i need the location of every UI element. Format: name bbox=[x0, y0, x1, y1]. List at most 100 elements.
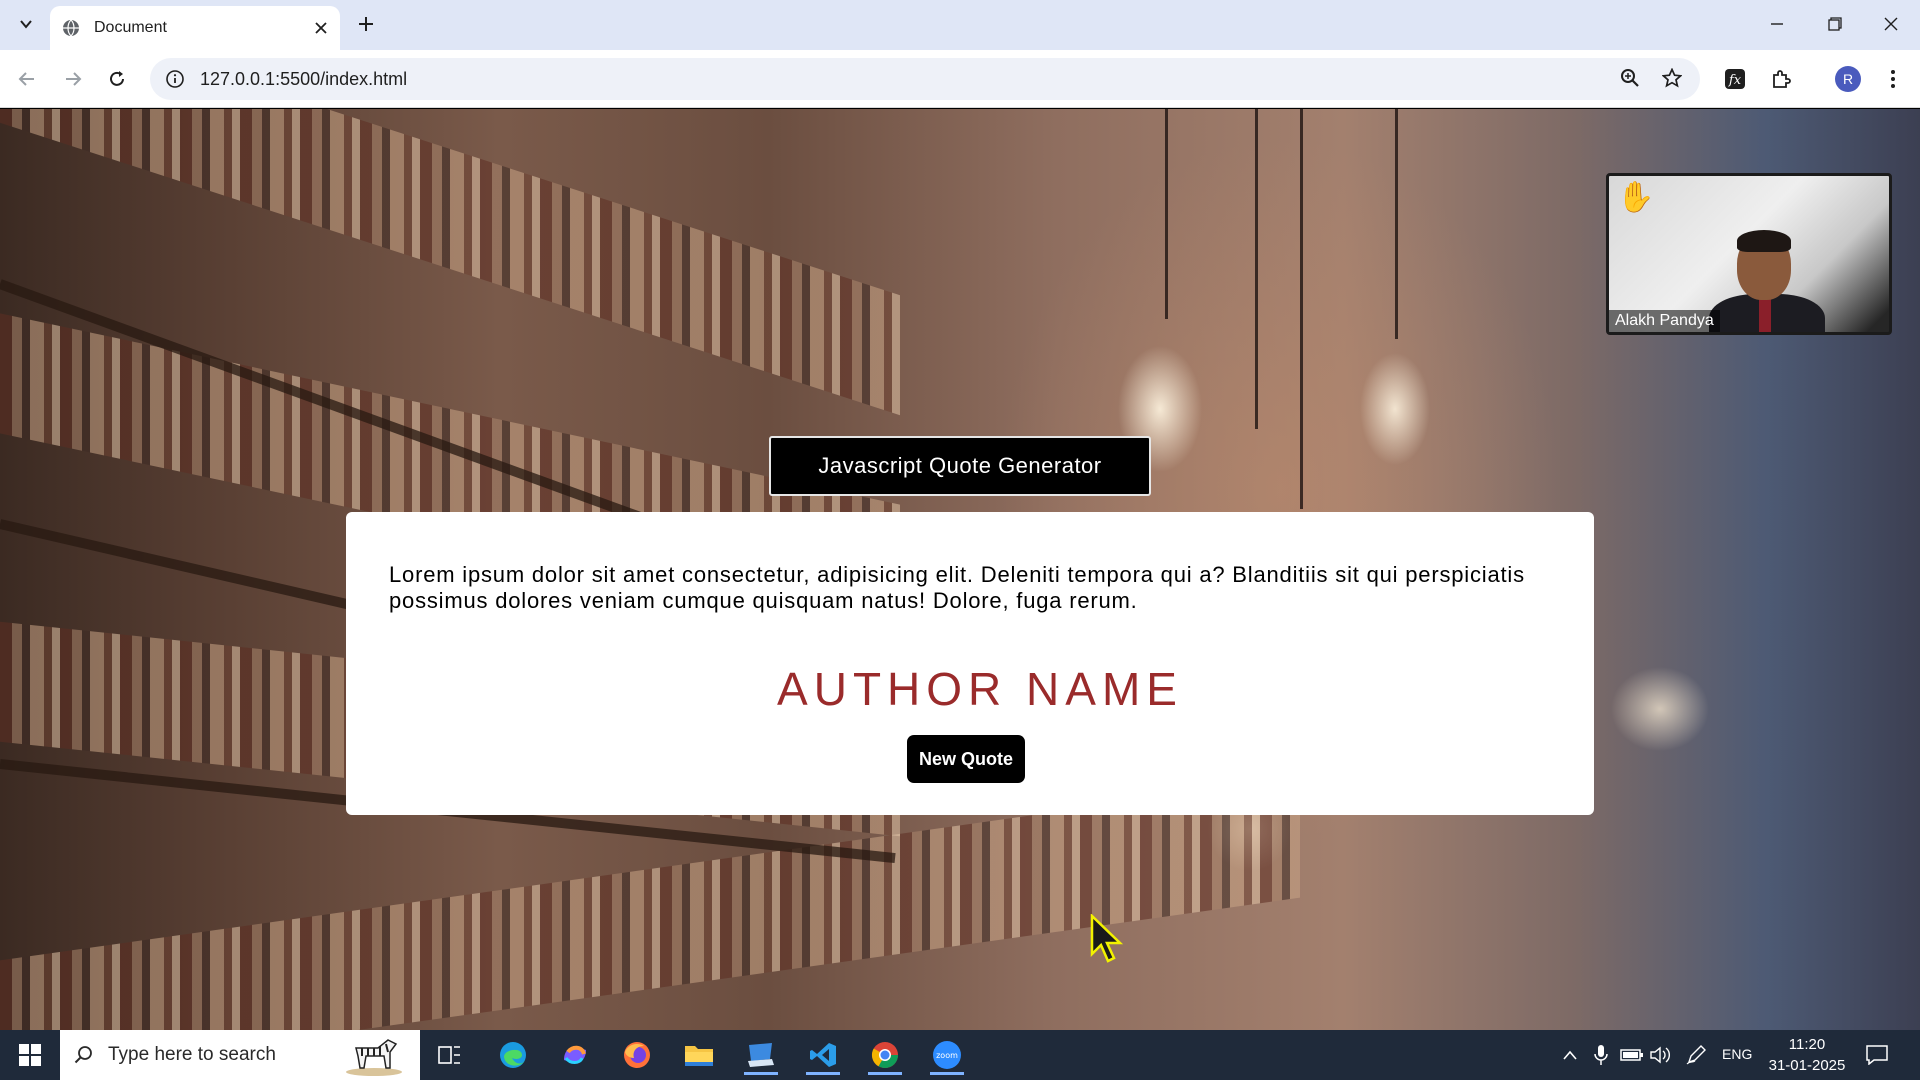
taskbar-edge[interactable] bbox=[488, 1035, 538, 1075]
zoom-icon bbox=[1621, 69, 1639, 87]
taskbar-firefox[interactable] bbox=[612, 1035, 662, 1075]
reload-icon bbox=[110, 71, 124, 86]
edge-icon bbox=[500, 1042, 526, 1068]
close-icon[interactable] bbox=[314, 21, 328, 35]
arrow-left-icon bbox=[18, 72, 34, 86]
plus-icon bbox=[359, 17, 373, 31]
battery-icon bbox=[1620, 1049, 1643, 1061]
speaker-icon bbox=[1650, 1046, 1670, 1064]
page-viewport: Javascript Quote Generator Lorem ipsum d… bbox=[0, 109, 1920, 1030]
tray-volume[interactable] bbox=[1650, 1030, 1672, 1080]
tray-microphone[interactable] bbox=[1594, 1030, 1608, 1080]
windows-icon bbox=[19, 1044, 41, 1066]
notification-center-button[interactable] bbox=[1866, 1030, 1888, 1080]
clock-time: 11:20 bbox=[1788, 1036, 1826, 1053]
svg-text:zoom: zoom bbox=[936, 1051, 958, 1060]
participant-tie bbox=[1759, 296, 1771, 332]
page-title-box: Javascript Quote Generator bbox=[769, 436, 1151, 496]
url-text[interactable]: 127.0.0.1:5500/index.html bbox=[200, 69, 407, 90]
avatar: R bbox=[1835, 66, 1861, 92]
zoom-app-icon: zoom bbox=[933, 1041, 961, 1069]
profile-button[interactable]: R bbox=[1831, 62, 1865, 96]
taskbar-chrome[interactable] bbox=[860, 1035, 910, 1075]
taskbar-rdp[interactable] bbox=[736, 1035, 786, 1075]
extensions-button[interactable] bbox=[1764, 62, 1798, 96]
minimize-button[interactable] bbox=[1748, 0, 1806, 48]
search-placeholder: Type here to search bbox=[108, 1044, 276, 1065]
close-icon bbox=[1884, 17, 1898, 31]
more-vertical-icon bbox=[1891, 70, 1895, 88]
extension-formula-button[interactable]: fx bbox=[1718, 62, 1752, 96]
page-title: Javascript Quote Generator bbox=[818, 453, 1102, 478]
svg-text:fx: fx bbox=[1728, 73, 1742, 88]
task-view-icon bbox=[438, 1046, 460, 1064]
lamp-cord bbox=[1255, 109, 1258, 429]
taskbar-clock[interactable]: 11:20 31-01-2025 bbox=[1762, 1034, 1852, 1076]
forward-button[interactable] bbox=[56, 62, 90, 96]
taskbar-zoom[interactable]: zoom bbox=[922, 1035, 972, 1075]
zoom-button[interactable] bbox=[1614, 62, 1646, 94]
task-view-button[interactable] bbox=[425, 1035, 475, 1075]
search-icon bbox=[74, 1046, 92, 1064]
arrow-right-icon bbox=[66, 72, 82, 86]
browser-tabstrip: Document bbox=[0, 0, 1920, 50]
chevron-up-icon bbox=[1563, 1050, 1577, 1060]
restore-button[interactable] bbox=[1806, 0, 1864, 48]
raised-hand-icon: ✋ bbox=[1617, 181, 1655, 214]
info-icon[interactable] bbox=[166, 70, 184, 88]
address-bar[interactable]: 127.0.0.1:5500/index.html bbox=[150, 58, 1700, 100]
lamp-cord bbox=[1300, 109, 1303, 509]
firefox-icon bbox=[624, 1042, 650, 1068]
notification-icon bbox=[1866, 1045, 1888, 1065]
tray-overflow-button[interactable] bbox=[1562, 1030, 1578, 1080]
active-indicator bbox=[868, 1072, 902, 1075]
tab-title: Document bbox=[94, 19, 167, 36]
taskbar-vscode[interactable] bbox=[798, 1035, 848, 1075]
remote-desktop-icon bbox=[748, 1043, 774, 1067]
minimize-icon bbox=[1771, 23, 1783, 25]
clock-date: 31-01-2025 bbox=[1768, 1057, 1846, 1074]
folder-icon bbox=[685, 1046, 713, 1066]
restore-icon bbox=[1828, 17, 1842, 31]
tray-pen[interactable] bbox=[1686, 1030, 1706, 1080]
close-window-button[interactable] bbox=[1862, 0, 1920, 48]
reload-button[interactable] bbox=[100, 62, 134, 96]
star-icon bbox=[1662, 68, 1682, 88]
language-indicator[interactable]: ENG bbox=[1722, 1046, 1752, 1062]
participant-name: Alakh Pandya bbox=[1609, 310, 1720, 332]
participant-hair bbox=[1737, 230, 1791, 252]
taskbar-copilot[interactable] bbox=[550, 1035, 600, 1075]
lamp-cord bbox=[1165, 109, 1168, 319]
copilot-icon bbox=[564, 1045, 586, 1064]
bookmark-button[interactable] bbox=[1656, 62, 1688, 94]
chrome-icon bbox=[871, 1042, 899, 1069]
background-bookshelf bbox=[0, 777, 1300, 1030]
taskbar-file-explorer[interactable] bbox=[674, 1035, 724, 1075]
taskbar-search[interactable]: Type here to search bbox=[60, 1030, 420, 1080]
active-indicator bbox=[744, 1072, 778, 1075]
tray-battery[interactable] bbox=[1620, 1030, 1644, 1080]
pen-icon bbox=[1686, 1045, 1706, 1065]
chevron-down-icon bbox=[20, 20, 32, 29]
quote-card: Lorem ipsum dolor sit amet consectetur, … bbox=[346, 512, 1594, 815]
browser-menu-button[interactable] bbox=[1876, 62, 1910, 96]
puzzle-icon bbox=[1773, 70, 1791, 88]
tab-search-button[interactable] bbox=[10, 8, 42, 40]
globe-icon bbox=[63, 19, 79, 37]
lamp-cord bbox=[1395, 109, 1398, 339]
start-button[interactable] bbox=[8, 1035, 52, 1075]
browser-tab-active[interactable]: Document bbox=[50, 6, 340, 50]
active-indicator bbox=[806, 1072, 840, 1075]
author-name: AUTHOR NAME bbox=[777, 663, 1183, 715]
new-tab-button[interactable] bbox=[350, 8, 382, 40]
microphone-icon bbox=[1594, 1045, 1608, 1065]
mouse-cursor-icon bbox=[1090, 914, 1124, 963]
quote-text: Lorem ipsum dolor sit amet consectetur, … bbox=[389, 562, 1525, 613]
formula-extension-icon: fx bbox=[1725, 69, 1745, 89]
new-quote-button[interactable]: New Quote bbox=[907, 735, 1025, 783]
browser-toolbar: 127.0.0.1:5500/index.html fx R bbox=[0, 50, 1920, 108]
back-button[interactable] bbox=[10, 62, 44, 96]
active-indicator bbox=[930, 1072, 964, 1075]
zebra-icon bbox=[346, 1039, 402, 1076]
video-call-overlay[interactable]: ✋ Alakh Pandya bbox=[1606, 173, 1892, 335]
